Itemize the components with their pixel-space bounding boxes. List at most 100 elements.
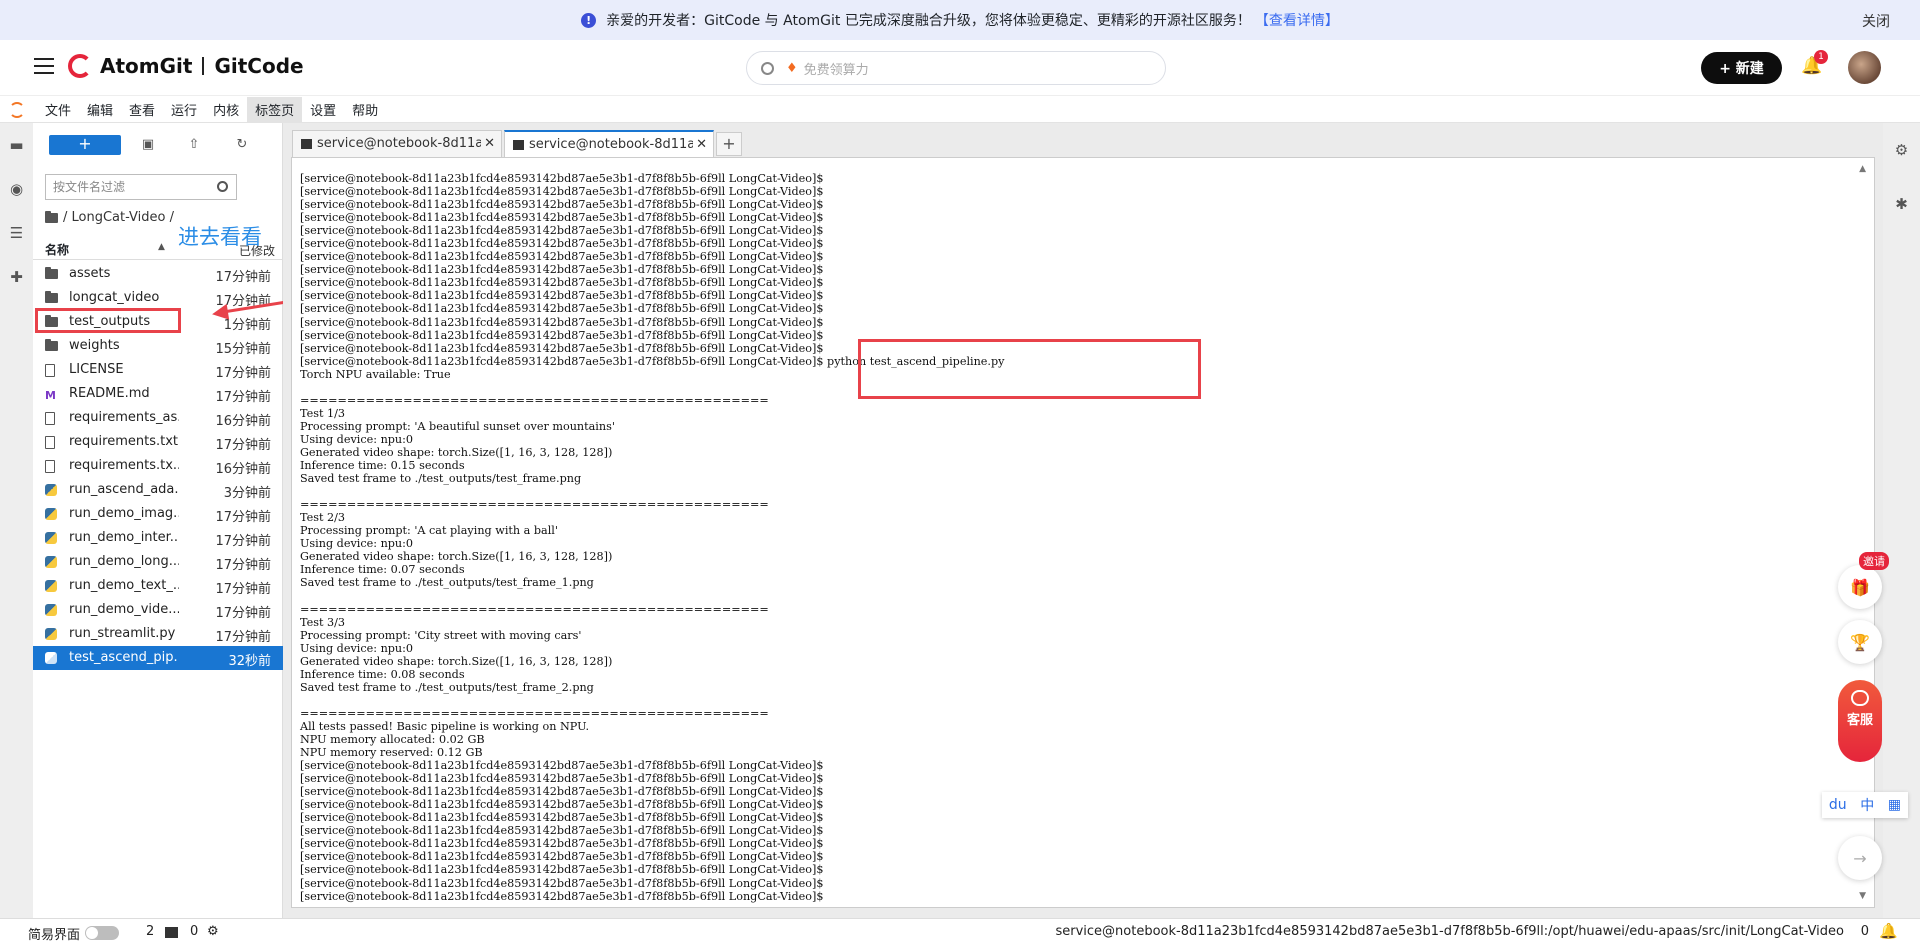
running-icon[interactable]: ◉	[0, 167, 33, 211]
terminal-line: Generated video shape: torch.Size([1, 16…	[300, 654, 613, 668]
terminal-line: [service@notebook-8d11a23b1fcd4e8593142b…	[300, 172, 824, 185]
search-input[interactable]: ♦ 免费领算力	[746, 51, 1166, 85]
terminal-line: Inference time: 0.15 seconds	[300, 459, 465, 473]
file-list-item[interactable]: run_demo_text_... 17分钟前	[33, 574, 283, 598]
folder-icon	[45, 291, 63, 307]
menu-edit[interactable]: 编辑	[79, 97, 121, 122]
terminal-line: Inference time: 0.08 seconds	[300, 667, 465, 681]
announcement-banner: ! 亲爱的开发者：GitCode 与 AtomGit 已完成深度融合升级，您将体…	[0, 0, 1920, 40]
brand-atomgit: AtomGit	[100, 54, 193, 78]
banner-details-link[interactable]: 【查看详情】	[1255, 10, 1339, 30]
site-header: AtomGit GitCode ♦ 免费领算力 + 新建 🔔 1	[0, 40, 1920, 96]
file-list-item[interactable]: requirements.txt 17分钟前	[33, 430, 283, 454]
file-modified-time: 17分钟前	[215, 582, 271, 597]
menu-tabs[interactable]: 标签页	[247, 97, 303, 122]
file-modified-time: 17分钟前	[215, 366, 271, 381]
kernel-count[interactable]: 2	[146, 924, 154, 939]
menu-file[interactable]: 文件	[37, 97, 79, 122]
terminal-icon	[513, 140, 524, 150]
refresh-icon[interactable]: ↻	[232, 135, 252, 155]
sort-asc-icon: ▲	[158, 242, 165, 252]
menu-help[interactable]: 帮助	[344, 97, 386, 122]
terminal-line: [service@notebook-8d11a23b1fcd4e8593142b…	[300, 289, 824, 303]
chat-icon	[1851, 690, 1869, 706]
file-list-item[interactable]: weights 15分钟前	[33, 334, 283, 358]
debugger-icon[interactable]: ✱	[1883, 177, 1920, 231]
file-list-item[interactable]: run_demo_imag... 17分钟前	[33, 502, 283, 526]
file-list-item[interactable]: run_demo_vide... 17分钟前	[33, 598, 283, 622]
file-list-item[interactable]: M README.md 17分钟前	[33, 382, 283, 406]
search-icon	[217, 181, 228, 192]
scroll-up-icon[interactable]: ▲	[1859, 164, 1866, 174]
breadcrumb[interactable]: / LongCat-Video /	[45, 210, 174, 225]
scroll-down-icon[interactable]: ▼	[1859, 891, 1866, 901]
annotation-box-test-outputs	[35, 308, 181, 333]
file-list-item[interactable]: requirements.tx... 16分钟前	[33, 454, 283, 478]
terminal-line: [service@notebook-8d11a23b1fcd4e8593142b…	[300, 759, 824, 773]
file-modified-time: 32秒前	[228, 654, 271, 669]
column-name[interactable]: 名称	[45, 241, 69, 258]
file-list-item[interactable]: run_demo_long... 17分钟前	[33, 550, 283, 574]
tab-terminal-2[interactable]: service@notebook-8d11a2 ✕	[504, 130, 714, 157]
file-modified-time: 17分钟前	[215, 390, 271, 405]
terminal-line: [service@notebook-8d11a23b1fcd4e8593142b…	[300, 198, 824, 212]
menu-view[interactable]: 查看	[121, 97, 163, 122]
terminal-line: [service@notebook-8d11a23b1fcd4e8593142b…	[300, 263, 824, 277]
menu-kernel[interactable]: 内核	[205, 97, 247, 122]
new-launcher-button[interactable]: +	[49, 135, 121, 155]
file-list-item[interactable]: requirements_as... 16分钟前	[33, 406, 283, 430]
menu-settings[interactable]: 设置	[302, 97, 344, 122]
simple-mode-toggle[interactable]	[85, 926, 119, 940]
terminal-count[interactable]: 0	[190, 924, 198, 939]
banner-close-button[interactable]: 关闭	[1862, 11, 1890, 31]
avatar[interactable]	[1848, 51, 1881, 84]
terminal-line: ========================================…	[300, 498, 769, 512]
customer-service-button[interactable]: 客服	[1838, 680, 1882, 762]
gift-icon[interactable]: 🎁	[1838, 565, 1882, 609]
arrow-right-icon[interactable]: →	[1838, 836, 1882, 880]
add-tab-button[interactable]: +	[716, 132, 742, 156]
close-icon[interactable]: ✕	[693, 132, 707, 157]
property-inspector-icon[interactable]: ⚙	[1883, 123, 1920, 177]
file-modified-time: 17分钟前	[215, 270, 271, 285]
file-name: run_demo_inter...	[69, 530, 179, 545]
left-sidebar-rail: ▬ ◉ ☰ ✚	[0, 123, 33, 918]
file-name: README.md	[69, 386, 150, 401]
terminal-line: [service@notebook-8d11a23b1fcd4e8593142b…	[300, 876, 824, 890]
folder-icon[interactable]: ▬	[0, 123, 33, 167]
file-modified-time: 17分钟前	[215, 606, 271, 621]
terminal-line: ========================================…	[300, 602, 769, 616]
new-folder-icon[interactable]: ▣	[138, 135, 158, 155]
notification-bell-icon[interactable]: 🔔	[1879, 922, 1898, 940]
ime-toolbar[interactable]: du 中 ▦	[1822, 792, 1908, 818]
close-icon[interactable]: ✕	[481, 131, 495, 156]
file-name: run_demo_imag...	[69, 506, 179, 521]
file-list-item[interactable]: run_ascend_ada... 3分钟前	[33, 478, 283, 502]
file-list-item[interactable]: run_demo_inter... 17分钟前	[33, 526, 283, 550]
python-icon	[45, 652, 57, 668]
folder-icon	[45, 267, 63, 283]
file-filter-input[interactable]: 按文件名过滤	[45, 174, 237, 200]
jupyter-logo-icon	[9, 101, 25, 118]
python-icon	[45, 532, 57, 548]
terminal-panel[interactable]: [service@notebook-8d11a23b1fcd4e8593142b…	[291, 157, 1875, 908]
file-list-item[interactable]: assets 17分钟前	[33, 262, 283, 286]
menu-run[interactable]: 运行	[163, 97, 205, 122]
file-list-item[interactable]: run_streamlit.py 17分钟前	[33, 622, 283, 646]
terminal-line: Test 3/3	[300, 615, 346, 629]
toc-icon[interactable]: ☰	[0, 211, 33, 255]
hamburger-menu-icon[interactable]	[34, 58, 54, 74]
file-list-item[interactable]: test_ascend_pip... 32秒前	[33, 646, 283, 670]
terminal-line: [service@notebook-8d11a23b1fcd4e8593142b…	[300, 315, 824, 329]
tab-terminal-1[interactable]: service@notebook-8d11a2 ✕	[292, 130, 502, 157]
python-icon	[45, 508, 57, 524]
invite-badge[interactable]: 邀请	[1859, 552, 1889, 570]
extension-icon[interactable]: ✚	[0, 255, 33, 299]
new-button[interactable]: + 新建	[1701, 52, 1782, 84]
file-list-item[interactable]: LICENSE 17分钟前	[33, 358, 283, 382]
notification-bell-icon[interactable]: 🔔 1	[1800, 50, 1828, 80]
upload-icon[interactable]: ⇧	[184, 135, 204, 155]
trophy-icon[interactable]: 🏆	[1838, 620, 1882, 664]
python-icon	[45, 628, 57, 644]
site-logo[interactable]: AtomGit GitCode	[68, 54, 304, 78]
